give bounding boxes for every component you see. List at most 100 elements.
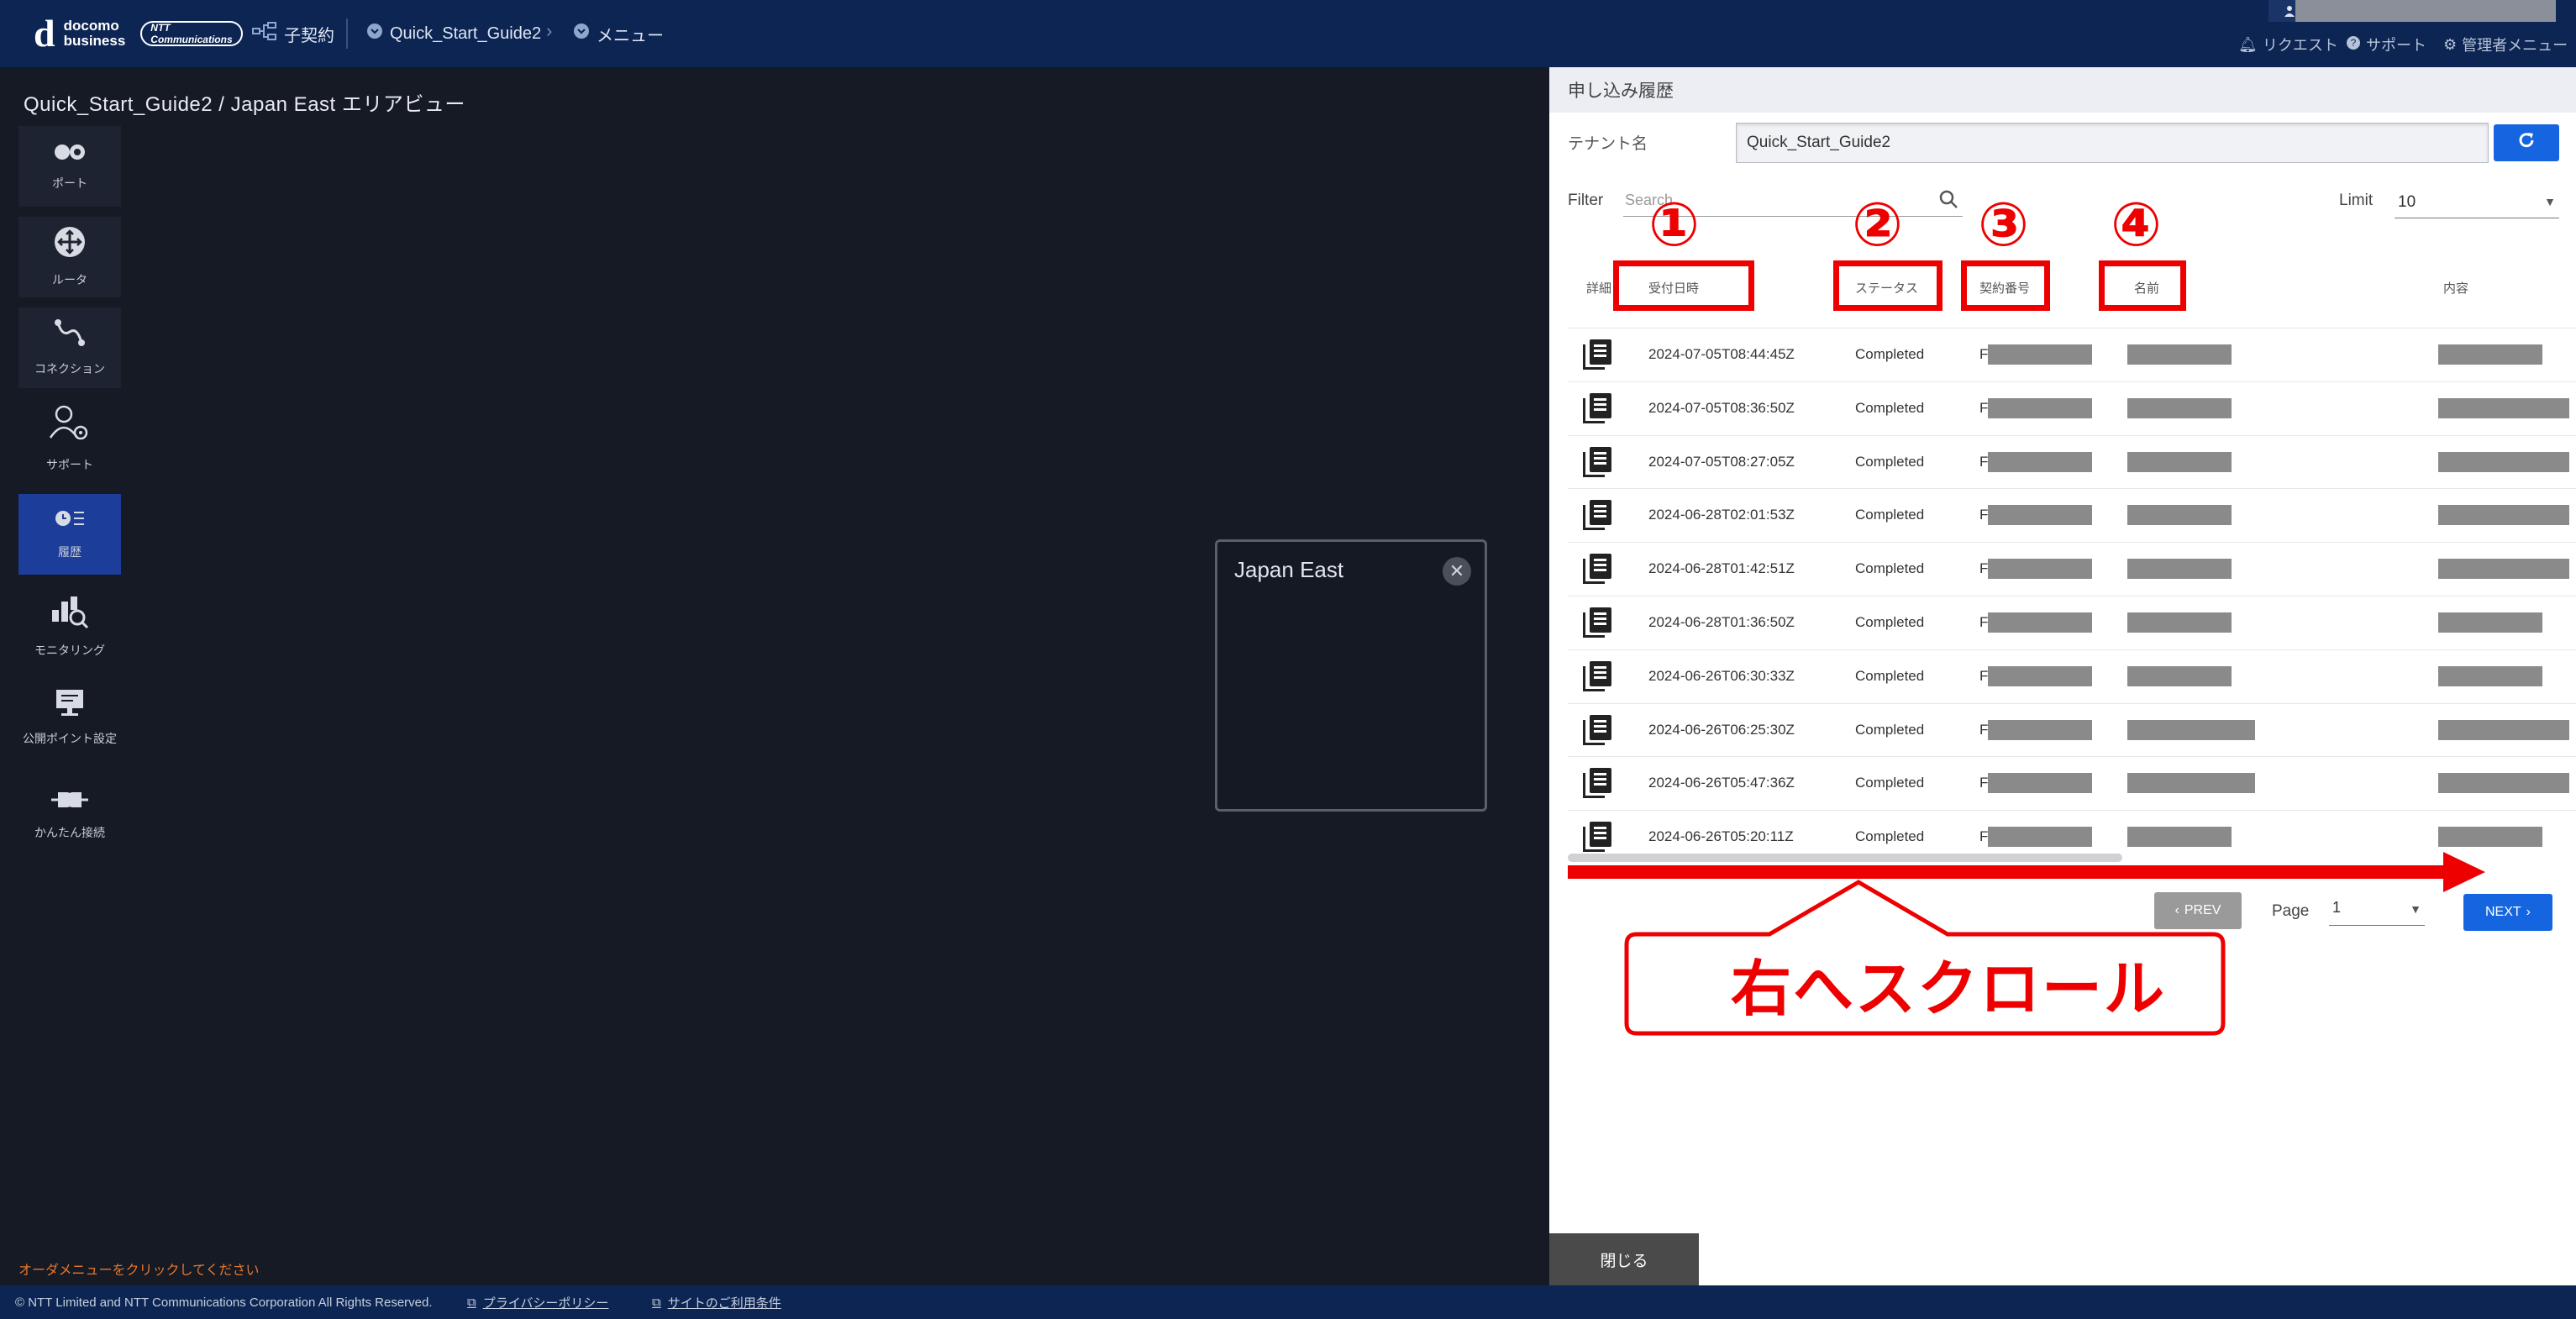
area-popup-title: Japan East: [1234, 557, 1344, 582]
close-icon[interactable]: ✕: [1443, 557, 1471, 586]
ntt-logo: NTT Communications: [140, 21, 243, 46]
breadcrumb-menu[interactable]: メニュー: [573, 20, 664, 47]
hierarchy-icon: [252, 22, 277, 45]
detail-document-icon[interactable]: [1583, 554, 1611, 585]
cell-status: Completed: [1855, 828, 1925, 845]
scroll-right-arrow-head: [2443, 852, 2485, 892]
cell-received-at: 2024-07-05T08:27:05Z: [1648, 453, 1795, 470]
annotation-number-2: ②: [1852, 192, 1903, 259]
chevron-circle-icon: [573, 23, 590, 45]
detail-document-icon[interactable]: [1583, 714, 1611, 745]
detail-document-icon[interactable]: [1583, 822, 1611, 853]
cell-status: Completed: [1855, 507, 1925, 523]
cell-contract-no-redacted: [1988, 612, 2092, 633]
cell-contract-no-redacted: [1988, 719, 2092, 740]
svg-text:?: ?: [2351, 37, 2357, 49]
cell-status: Completed: [1855, 613, 1925, 630]
breadcrumb-tenant-label: Quick_Start_Guide2: [390, 24, 542, 43]
contract-switch[interactable]: 子契約: [252, 20, 334, 47]
terms-label: サイトのご利用条件: [667, 1295, 781, 1311]
cell-content-redacted: [2438, 451, 2569, 472]
cell-contract-no-redacted: [1988, 505, 2092, 526]
request-label: リクエスト: [2262, 37, 2338, 54]
limit-select[interactable]: 10 ▼: [2395, 188, 2559, 218]
user-name-redacted[interactable]: [2295, 0, 2556, 22]
detail-document-icon[interactable]: [1583, 446, 1611, 477]
annotation-number-1: ①: [1648, 192, 1700, 259]
admin-menu-link[interactable]: ⚙ 管理者メニュー: [2443, 32, 2568, 57]
sidebar-item-label: ポート: [52, 176, 87, 190]
cell-contract-no-redacted: [1988, 344, 2092, 365]
cell-contract-no-redacted: [1988, 397, 2092, 418]
sidebar-item-port[interactable]: ポート: [18, 126, 121, 207]
next-button[interactable]: NEXT ›: [2463, 894, 2552, 931]
breadcrumb-separator-icon: ›: [546, 20, 553, 41]
next-label: NEXT: [2485, 905, 2521, 919]
header-divider: [346, 18, 348, 49]
docomo-business-logo[interactable]: d docomo business NTT Communications: [34, 13, 243, 54]
terms-link[interactable]: ⧉ サイトのご利用条件: [652, 1294, 781, 1311]
close-button[interactable]: 閉じる: [1549, 1233, 1699, 1285]
search-icon[interactable]: [1939, 190, 1958, 213]
detail-document-icon[interactable]: [1583, 607, 1611, 638]
scroll-right-arrow: [1568, 865, 2463, 879]
cell-name-redacted: [2127, 719, 2255, 740]
sidebar-item-router[interactable]: ルータ: [18, 217, 121, 297]
support-link[interactable]: ? サポート: [2346, 32, 2426, 57]
sidebar-item-easy-connect[interactable]: かんたん接続: [18, 775, 121, 855]
row-divider: [1568, 702, 2576, 704]
page-select[interactable]: 1 ▼: [2329, 896, 2425, 926]
detail-document-icon[interactable]: [1583, 392, 1611, 423]
tenant-name-field[interactable]: Quick_Start_Guide2: [1736, 123, 2489, 163]
cell-received-at: 2024-06-28T01:42:51Z: [1648, 560, 1795, 577]
highlight-box-name: [2099, 260, 2186, 311]
sidebar-item-label: 公開ポイント設定: [23, 732, 117, 745]
detail-document-icon[interactable]: [1583, 768, 1611, 799]
privacy-policy-label: プライバシーポリシー: [482, 1295, 609, 1311]
sidebar-item-history[interactable]: 履歴: [18, 494, 121, 575]
admin-menu-label: 管理者メニュー: [2462, 37, 2568, 54]
cell-received-at: 2024-06-28T01:36:50Z: [1648, 613, 1795, 630]
row-divider: [1568, 810, 2576, 812]
sidebar-item-label: サポート: [46, 458, 93, 471]
cell-contract-prefix: F: [1979, 775, 1989, 791]
public-point-icon: [55, 688, 85, 722]
request-link[interactable]: 🔔︎ リクエスト: [2238, 32, 2338, 57]
refresh-button[interactable]: [2494, 124, 2559, 161]
external-link-icon: ⧉: [467, 1295, 476, 1310]
sidebar-item-label: かんたん接続: [34, 826, 105, 839]
area-popup-japan-east[interactable]: Japan East ✕: [1215, 539, 1487, 812]
highlight-box-status: [1833, 260, 1943, 311]
cell-received-at: 2024-06-26T06:25:30Z: [1648, 721, 1795, 738]
sidebar-item-support[interactable]: サポート: [18, 398, 121, 479]
sidebar-item-connection[interactable]: コネクション: [18, 307, 121, 388]
row-divider: [1568, 542, 2576, 544]
cell-status: Completed: [1855, 775, 1925, 791]
horizontal-scrollbar[interactable]: [1568, 854, 2122, 862]
panel-title: 申し込み履歴: [1549, 67, 2576, 113]
breadcrumb-tenant[interactable]: Quick_Start_Guide2: [366, 20, 541, 47]
sidebar-item-public-point[interactable]: 公開ポイント設定: [18, 677, 121, 758]
privacy-policy-link[interactable]: ⧉ プライバシーポリシー: [467, 1294, 608, 1311]
cell-content-redacted: [2438, 505, 2569, 526]
detail-document-icon[interactable]: [1583, 339, 1611, 370]
chevron-circle-icon: [366, 23, 383, 45]
column-header-content[interactable]: 内容: [2443, 279, 2468, 297]
limit-value: 10: [2398, 193, 2416, 211]
cell-content-redacted: [2438, 344, 2542, 365]
cell-name-redacted: [2127, 397, 2232, 418]
sidebar-item-monitoring[interactable]: モニタリング: [18, 586, 121, 667]
detail-document-icon[interactable]: [1583, 660, 1611, 691]
connection-icon: [54, 318, 86, 352]
cell-contract-no-redacted: [1988, 773, 2092, 794]
cell-contract-prefix: F: [1979, 399, 1989, 416]
cell-contract-prefix: F: [1979, 345, 1989, 362]
cell-name-redacted: [2127, 344, 2232, 365]
bell-icon: 🔔︎: [2238, 35, 2258, 53]
application-history-panel: 申し込み履歴 テナント名 Quick_Start_Guide2 Filter S…: [1549, 67, 2576, 1285]
detail-document-icon[interactable]: [1583, 500, 1611, 531]
cell-content-redacted: [2438, 559, 2569, 580]
highlight-box-received-at: [1613, 260, 1754, 311]
logo-line2: business: [63, 33, 126, 49]
port-icon: [53, 141, 87, 166]
